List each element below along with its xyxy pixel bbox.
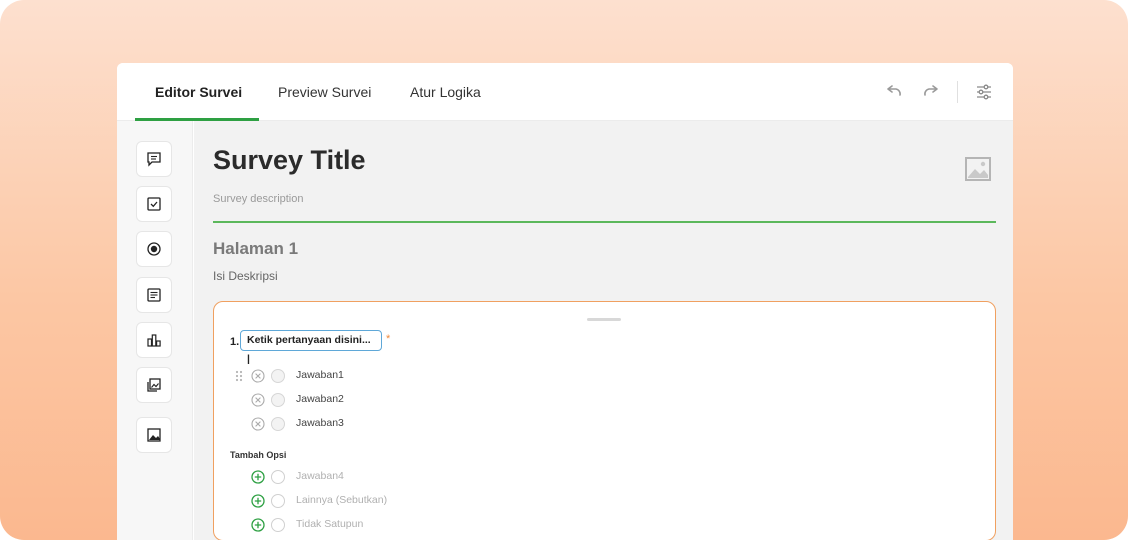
option-label[interactable]: Jawaban3 (296, 417, 344, 429)
add-text-question-button[interactable] (136, 277, 172, 313)
redo-icon[interactable] (921, 83, 941, 101)
option-row: Jawaban1 (214, 368, 614, 384)
add-option-icon[interactable] (251, 470, 265, 484)
add-options-label: Tambah Opsi (230, 450, 287, 460)
toolbar-divider (957, 81, 958, 103)
option-radio[interactable] (271, 393, 285, 407)
add-checkbox-question-button[interactable] (136, 186, 172, 222)
title-divider (213, 221, 996, 223)
editor-canvas: Survey Title Survey description Halaman … (194, 121, 1013, 540)
add-comment-question-button[interactable] (136, 141, 172, 177)
tab-preview-survei[interactable]: Preview Survei (278, 63, 371, 121)
add-rating-question-button[interactable] (136, 322, 172, 358)
option-radio (271, 494, 285, 508)
add-option-icon[interactable] (251, 494, 265, 508)
gallery-icon (147, 378, 161, 392)
bar-chart-icon (147, 334, 161, 347)
add-image-question-button[interactable] (136, 417, 172, 453)
suggested-option-label[interactable]: Jawaban4 (296, 470, 344, 482)
tab-editor-survei[interactable]: Editor Survei (155, 63, 242, 121)
survey-title[interactable]: Survey Title (213, 145, 366, 176)
settings-sliders-icon[interactable] (974, 83, 994, 101)
suggested-option-row: Jawaban4 (214, 469, 614, 485)
page-description[interactable]: Isi Deskripsi (213, 269, 278, 283)
page-title[interactable]: Halaman 1 (213, 239, 298, 259)
option-label[interactable]: Jawaban1 (296, 369, 344, 381)
question-type-sidebar (117, 121, 193, 540)
suggested-option-row: Tidak Satupun (214, 517, 614, 533)
option-radio (271, 470, 285, 484)
option-row: Jawaban2 (214, 392, 614, 408)
question-card[interactable]: 1. Ketik pertanyaan disini... | * Jawaba… (213, 301, 996, 540)
remove-option-icon[interactable] (251, 369, 265, 383)
option-row: Jawaban3 (214, 416, 614, 432)
question-text-input[interactable]: Ketik pertanyaan disini... | (240, 330, 382, 365)
radio-icon (147, 242, 161, 256)
tab-atur-logika[interactable]: Atur Logika (410, 63, 481, 121)
remove-option-icon[interactable] (251, 393, 265, 407)
add-gallery-question-button[interactable] (136, 367, 172, 403)
survey-description[interactable]: Survey description (213, 193, 304, 205)
drag-handle-icon[interactable] (234, 370, 244, 382)
survey-editor-window: Editor Survei Preview Survei Atur Logika (117, 63, 1013, 540)
comment-icon (147, 152, 161, 167)
undo-icon[interactable] (884, 83, 904, 101)
suggested-option-row: Lainnya (Sebutkan) (214, 493, 614, 509)
suggested-option-label[interactable]: Tidak Satupun (296, 518, 363, 530)
background: Editor Survei Preview Survei Atur Logika (0, 0, 1128, 540)
option-radio[interactable] (271, 417, 285, 431)
cover-image-icon[interactable] (964, 156, 992, 182)
card-drag-handle[interactable] (587, 318, 621, 321)
checkbox-icon (147, 197, 161, 211)
tab-bar: Editor Survei Preview Survei Atur Logika (117, 63, 1013, 121)
remove-option-icon[interactable] (251, 417, 265, 431)
add-option-icon[interactable] (251, 518, 265, 532)
option-radio (271, 518, 285, 532)
image-icon (147, 428, 161, 442)
add-radio-question-button[interactable] (136, 231, 172, 267)
option-radio[interactable] (271, 369, 285, 383)
suggested-option-label[interactable]: Lainnya (Sebutkan) (296, 494, 387, 506)
question-number: 1. (230, 336, 240, 348)
required-mark: * (386, 333, 391, 345)
text-area-icon (147, 288, 161, 302)
option-label[interactable]: Jawaban2 (296, 393, 344, 405)
